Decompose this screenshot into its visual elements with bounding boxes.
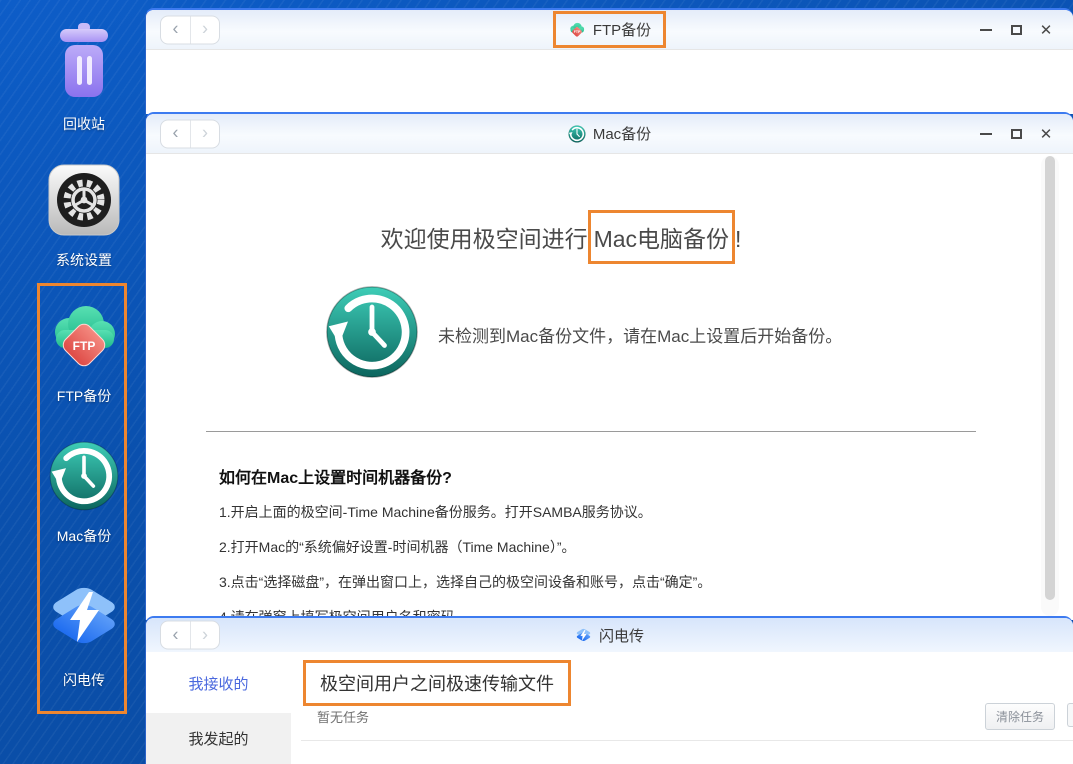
mac-window-title: Mac备份: [568, 123, 651, 144]
window-title: Mac备份: [593, 123, 651, 144]
time-machine-icon: [324, 284, 420, 385]
maximize-icon[interactable]: [1009, 127, 1023, 141]
desktop-icon-recycle-bin[interactable]: 回收站: [36, 22, 132, 134]
ftp-window-body: [146, 50, 1073, 114]
howto-heading: 如何在Mac上设置时间机器备份?: [219, 464, 711, 488]
flash-window-body: 我接收的 我发起的 极空间用户之间极速传输文件 暂无任务 清除任务: [146, 652, 1073, 764]
window-title: 闪电传: [599, 625, 644, 646]
nav-back-button[interactable]: ‹: [161, 120, 190, 147]
minimize-icon[interactable]: [979, 23, 993, 37]
window-title: FTP备份: [593, 19, 651, 40]
flash-heading-highlight: 极空间用户之间极速传输文件: [303, 660, 571, 706]
gear-icon: [48, 164, 120, 241]
ftp-backup-window: ‹ › FTP FTP备份: [145, 8, 1073, 114]
flash-window-titlebar: ‹ › 闪电传: [146, 618, 1073, 652]
howto-step: 1.开启上面的极空间-Time Machine备份服务。打开SAMBA服务协议。: [219, 502, 711, 522]
scrollbar-track[interactable]: [1041, 156, 1059, 616]
flash-main-area: 极空间用户之间极速传输文件 暂无任务 清除任务: [291, 652, 1073, 764]
lightning-icon: [575, 627, 592, 644]
window-controls: ✕: [979, 23, 1053, 37]
tab-received[interactable]: 我接收的: [146, 673, 291, 694]
nav-forward-button[interactable]: ›: [190, 16, 219, 43]
nav-back-button[interactable]: ‹: [161, 622, 190, 649]
window-controls: ✕: [979, 127, 1053, 141]
time-machine-icon: [568, 125, 586, 143]
divider: [206, 431, 976, 432]
backup-status-message: 未检测到Mac备份文件，请在Mac上设置后开始备份。: [438, 322, 842, 347]
maximize-icon[interactable]: [1009, 23, 1023, 37]
welcome-heading: 欢迎使用极空间进行Mac电脑备份!: [146, 210, 976, 264]
close-icon[interactable]: ✕: [1039, 127, 1053, 141]
clear-tasks-button[interactable]: 清除任务: [985, 703, 1055, 730]
welcome-prefix: 欢迎使用极空间进行: [381, 226, 588, 252]
close-icon[interactable]: ✕: [1039, 23, 1053, 37]
nav-forward-button[interactable]: ›: [190, 120, 219, 147]
desktop-icon-label: 回收站: [63, 114, 105, 134]
howto-step: 2.打开Mac的“系统偏好设置-时间机器（Time Machine）”。: [219, 537, 711, 557]
backup-status-row: 未检测到Mac备份文件，请在Mac上设置后开始备份。: [324, 284, 842, 385]
desktop-icon-system-settings[interactable]: 系统设置: [36, 164, 132, 270]
ftp-window-titlebar: ‹ › FTP FTP备份: [146, 10, 1073, 50]
tab-sent[interactable]: 我发起的: [146, 713, 291, 764]
flash-transfer-window: ‹ › 闪电传: [145, 616, 1073, 764]
partial-button[interactable]: [1067, 703, 1073, 727]
recycle-bin-icon: [52, 22, 116, 105]
howto-step: 3.点击“选择磁盘”，在弹出窗口上，选择自己的极空间设备和账号，点击“确定”。: [219, 572, 711, 592]
minimize-icon[interactable]: [979, 127, 993, 141]
scrollbar-thumb[interactable]: [1045, 156, 1055, 600]
desktop: 回收站 系统设置: [0, 0, 1073, 764]
howto-section: 如何在Mac上设置时间机器备份? 1.开启上面的极空间-Time Machine…: [219, 464, 711, 620]
mac-window-body: 欢迎使用极空间进行Mac电脑备份! 未检测到Mac备份文件: [146, 154, 1073, 620]
ftp-window-title-highlight: FTP FTP备份: [553, 11, 666, 48]
sidebar-highlight-box: [37, 283, 127, 714]
nav-back-button[interactable]: ‹: [161, 16, 190, 43]
nav-button-group: ‹ ›: [160, 621, 220, 650]
divider: [301, 740, 1073, 741]
welcome-highlight-box: Mac电脑备份: [588, 210, 735, 264]
ftp-cloud-icon: FTP: [568, 21, 586, 38]
flash-sidebar: 我接收的 我发起的: [146, 652, 291, 764]
desktop-icon-label: 系统设置: [56, 250, 112, 270]
welcome-suffix: !: [735, 226, 741, 252]
nav-forward-button[interactable]: ›: [190, 622, 219, 649]
empty-tasks-text: 暂无任务: [317, 707, 369, 726]
ftp-badge-text: FTP: [574, 30, 581, 34]
mac-backup-window: ‹ › Mac备份 ✕: [145, 112, 1073, 620]
flash-window-title: 闪电传: [575, 625, 644, 646]
mac-window-titlebar: ‹ › Mac备份 ✕: [146, 114, 1073, 154]
nav-button-group: ‹ ›: [160, 119, 220, 148]
nav-button-group: ‹ ›: [160, 15, 220, 44]
